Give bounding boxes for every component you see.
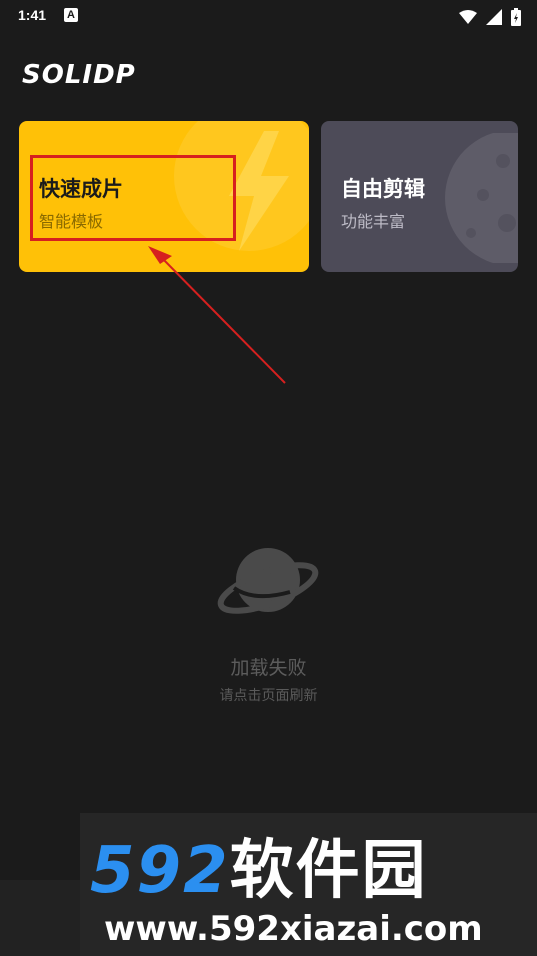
watermark-url: www.592xiazai.com bbox=[104, 909, 483, 949]
watermark-brand-num: 592 bbox=[90, 834, 230, 908]
planet-icon bbox=[217, 548, 318, 614]
annotation-arrow-icon bbox=[148, 246, 286, 384]
error-hint[interactable]: 请点击页面刷新 bbox=[0, 685, 537, 705]
watermark-brand: 592软件园 bbox=[90, 839, 428, 903]
load-error[interactable]: 加载失败 请点击页面刷新 bbox=[0, 540, 537, 704]
watermark: 592软件园 www.592xiazai.com bbox=[80, 813, 537, 956]
error-title: 加载失败 bbox=[230, 657, 307, 679]
watermark-brand-cn: 软件园 bbox=[229, 834, 428, 908]
